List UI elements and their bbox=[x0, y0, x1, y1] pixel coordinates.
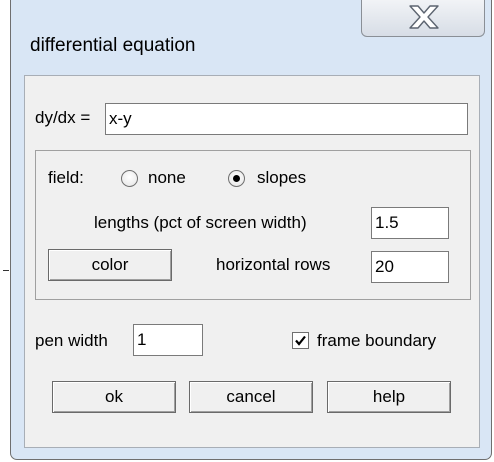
radio-none-label[interactable]: none bbox=[148, 168, 186, 188]
close-button[interactable] bbox=[361, 0, 485, 37]
field-group: field: none slopes lengths (pct of scree… bbox=[35, 150, 471, 300]
radio-dot-icon bbox=[233, 175, 240, 182]
lengths-input[interactable]: 1.5 bbox=[371, 207, 449, 239]
pen-width-label: pen width bbox=[35, 331, 108, 350]
cancel-button[interactable]: cancel bbox=[189, 381, 313, 413]
frame-boundary-checkbox[interactable] bbox=[292, 332, 309, 349]
frame-boundary-label[interactable]: frame boundary bbox=[317, 331, 436, 351]
radio-none[interactable] bbox=[121, 170, 138, 187]
field-label: field: bbox=[48, 168, 84, 187]
lengths-label: lengths (pct of screen width) bbox=[94, 213, 307, 232]
close-icon bbox=[409, 5, 439, 29]
stray-tick-mark bbox=[3, 270, 9, 271]
ok-button[interactable]: ok bbox=[52, 381, 176, 413]
rows-label: horizontal rows bbox=[216, 255, 331, 274]
pen-width-input[interactable]: 1 bbox=[133, 324, 203, 356]
dialog-body: dy/dx = x-y field: none slopes lengths (… bbox=[24, 75, 480, 448]
radio-slopes-label[interactable]: slopes bbox=[257, 168, 306, 188]
window-title: differential equation bbox=[30, 35, 196, 56]
dialog-window: differential equation dy/dx = x-y field:… bbox=[10, 0, 492, 460]
color-button[interactable]: color bbox=[48, 249, 172, 281]
equation-input[interactable]: x-y bbox=[105, 103, 468, 135]
help-button[interactable]: help bbox=[327, 381, 451, 413]
checkmark-icon bbox=[295, 335, 306, 346]
rows-input[interactable]: 20 bbox=[371, 251, 449, 283]
radio-slopes[interactable] bbox=[228, 170, 245, 187]
equation-label: dy/dx = bbox=[35, 108, 91, 127]
